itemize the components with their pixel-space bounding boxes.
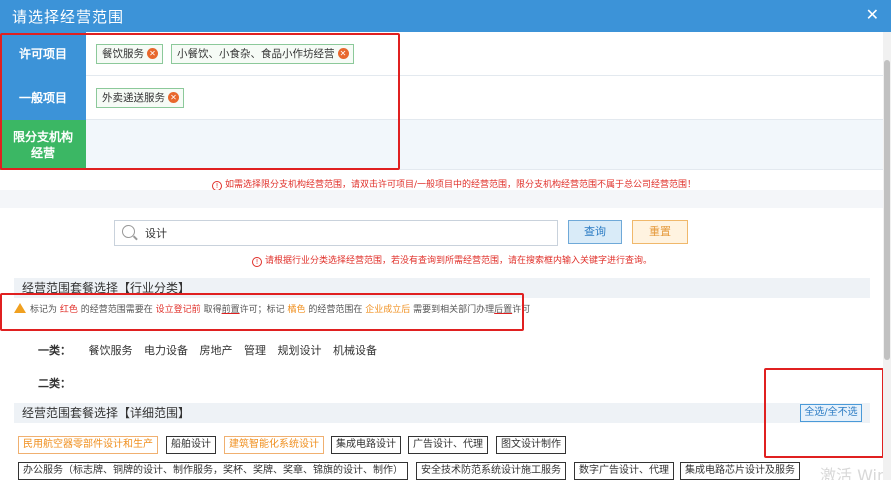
activation-watermark: 激活 Windows xyxy=(820,466,891,480)
warning-icon xyxy=(14,303,26,313)
dialog-title: 请选择经营范围 xyxy=(12,8,125,26)
close-icon[interactable]: ✕ xyxy=(866,5,879,24)
search-hint: ! 请根据行业分类选择经营范围，若没有查询到所需经营范围，请在搜索框内输入关键字进… xyxy=(252,253,652,267)
branch-items-row: 限分支机构 经营 xyxy=(0,120,883,170)
branch-label-line1: 限分支机构 xyxy=(12,130,73,144)
warning-notice: 标记为 红色 的经营范围需要在 设立登记前 取得前置许可；标记 橘色 的经营范围… xyxy=(14,302,530,315)
scope-option[interactable]: 民用航空器零部件设计和生产 xyxy=(18,436,158,454)
scope-option[interactable]: 建筑智能化系统设计 xyxy=(224,436,324,454)
class2-label: 二类： xyxy=(38,377,71,390)
scope-option[interactable]: 安全技术防范系统设计施工服务 xyxy=(416,462,566,480)
dialog-title-bar: 请选择经营范围 ✕ xyxy=(0,0,891,32)
general-items-row: 一般项目 外卖递送服务 ✕ xyxy=(0,76,883,120)
class1-item[interactable]: 房地产 xyxy=(200,344,233,357)
select-all-button[interactable]: 全选/全不选 xyxy=(800,404,862,422)
info-icon: ! xyxy=(252,257,262,267)
scope-option[interactable]: 图文设计制作 xyxy=(496,436,566,454)
detail-section-title: 经营范围套餐选择【详细范围】 xyxy=(14,403,870,423)
tag-label: 小餐饮、小食杂、食品小作坊经营 xyxy=(177,48,335,60)
class1-label: 一类： xyxy=(38,344,71,357)
class1-item[interactable]: 餐饮服务 xyxy=(89,344,133,357)
class1-row: 一类： 餐饮服务 电力设备 房地产 管理 规划设计 机械设备 xyxy=(38,342,385,358)
class1-item[interactable]: 规划设计 xyxy=(278,344,322,357)
scope-option[interactable]: 船舶设计 xyxy=(166,436,216,454)
licensed-items-tags: 餐饮服务 ✕ 小餐饮、小食杂、食品小作坊经营 ✕ xyxy=(86,32,883,76)
vertical-scrollbar[interactable] xyxy=(883,32,891,480)
class1-item[interactable]: 管理 xyxy=(244,344,266,357)
general-items-tags: 外卖递送服务 ✕ xyxy=(86,76,883,120)
scope-option[interactable]: 广告设计、代理 xyxy=(408,436,488,454)
remove-tag-icon[interactable]: ✕ xyxy=(147,48,158,59)
search-box[interactable] xyxy=(114,220,558,246)
tag-label: 餐饮服务 xyxy=(102,48,144,60)
licensed-items-label: 许可项目 xyxy=(0,32,86,76)
scope-option[interactable]: 集成电路芯片设计及服务 xyxy=(680,462,800,480)
branch-hint: ! 如需选择限分支机构经营范围，请双击许可项目/一般项目中的经营范围，限分支机构经… xyxy=(212,177,696,191)
branch-items-label: 限分支机构 经营 xyxy=(0,120,86,170)
reset-button[interactable]: 重置 xyxy=(632,220,688,244)
remove-tag-icon[interactable]: ✕ xyxy=(337,48,349,59)
class1-item[interactable]: 机械设备 xyxy=(333,344,377,357)
search-icon xyxy=(122,225,135,238)
scope-option[interactable]: 数字广告设计、代理 xyxy=(574,462,674,480)
tag-label: 外卖递送服务 xyxy=(102,92,165,104)
branch-items-tags[interactable] xyxy=(86,120,883,170)
class2-row: 二类： xyxy=(38,375,85,391)
search-input[interactable] xyxy=(145,224,545,242)
selected-tag[interactable]: 外卖递送服务 ✕ xyxy=(96,87,184,108)
licensed-items-row: 许可项目 餐饮服务 ✕ 小餐饮、小食杂、食品小作坊经营 ✕ xyxy=(0,32,883,76)
divider-band xyxy=(0,190,883,208)
remove-tag-icon[interactable]: ✕ xyxy=(168,92,179,103)
industry-section-title: 经营范围套餐选择【行业分类】 xyxy=(14,278,870,298)
selected-tag[interactable]: 餐饮服务 ✕ xyxy=(96,43,163,64)
general-items-label: 一般项目 xyxy=(0,76,86,120)
scrollbar-thumb[interactable] xyxy=(884,60,890,360)
query-button[interactable]: 查询 xyxy=(568,220,622,244)
selected-tag[interactable]: 小餐饮、小食杂、食品小作坊经营 ✕ xyxy=(171,43,354,64)
class1-item[interactable]: 电力设备 xyxy=(144,344,188,357)
scope-option[interactable]: 集成电路设计 xyxy=(331,436,401,454)
branch-label-line2: 经营 xyxy=(30,146,55,160)
scope-option[interactable]: 办公服务（标志牌、铜牌的设计、制作服务，奖杯、奖牌、奖章、锦旗的设计、制作） xyxy=(18,462,408,480)
